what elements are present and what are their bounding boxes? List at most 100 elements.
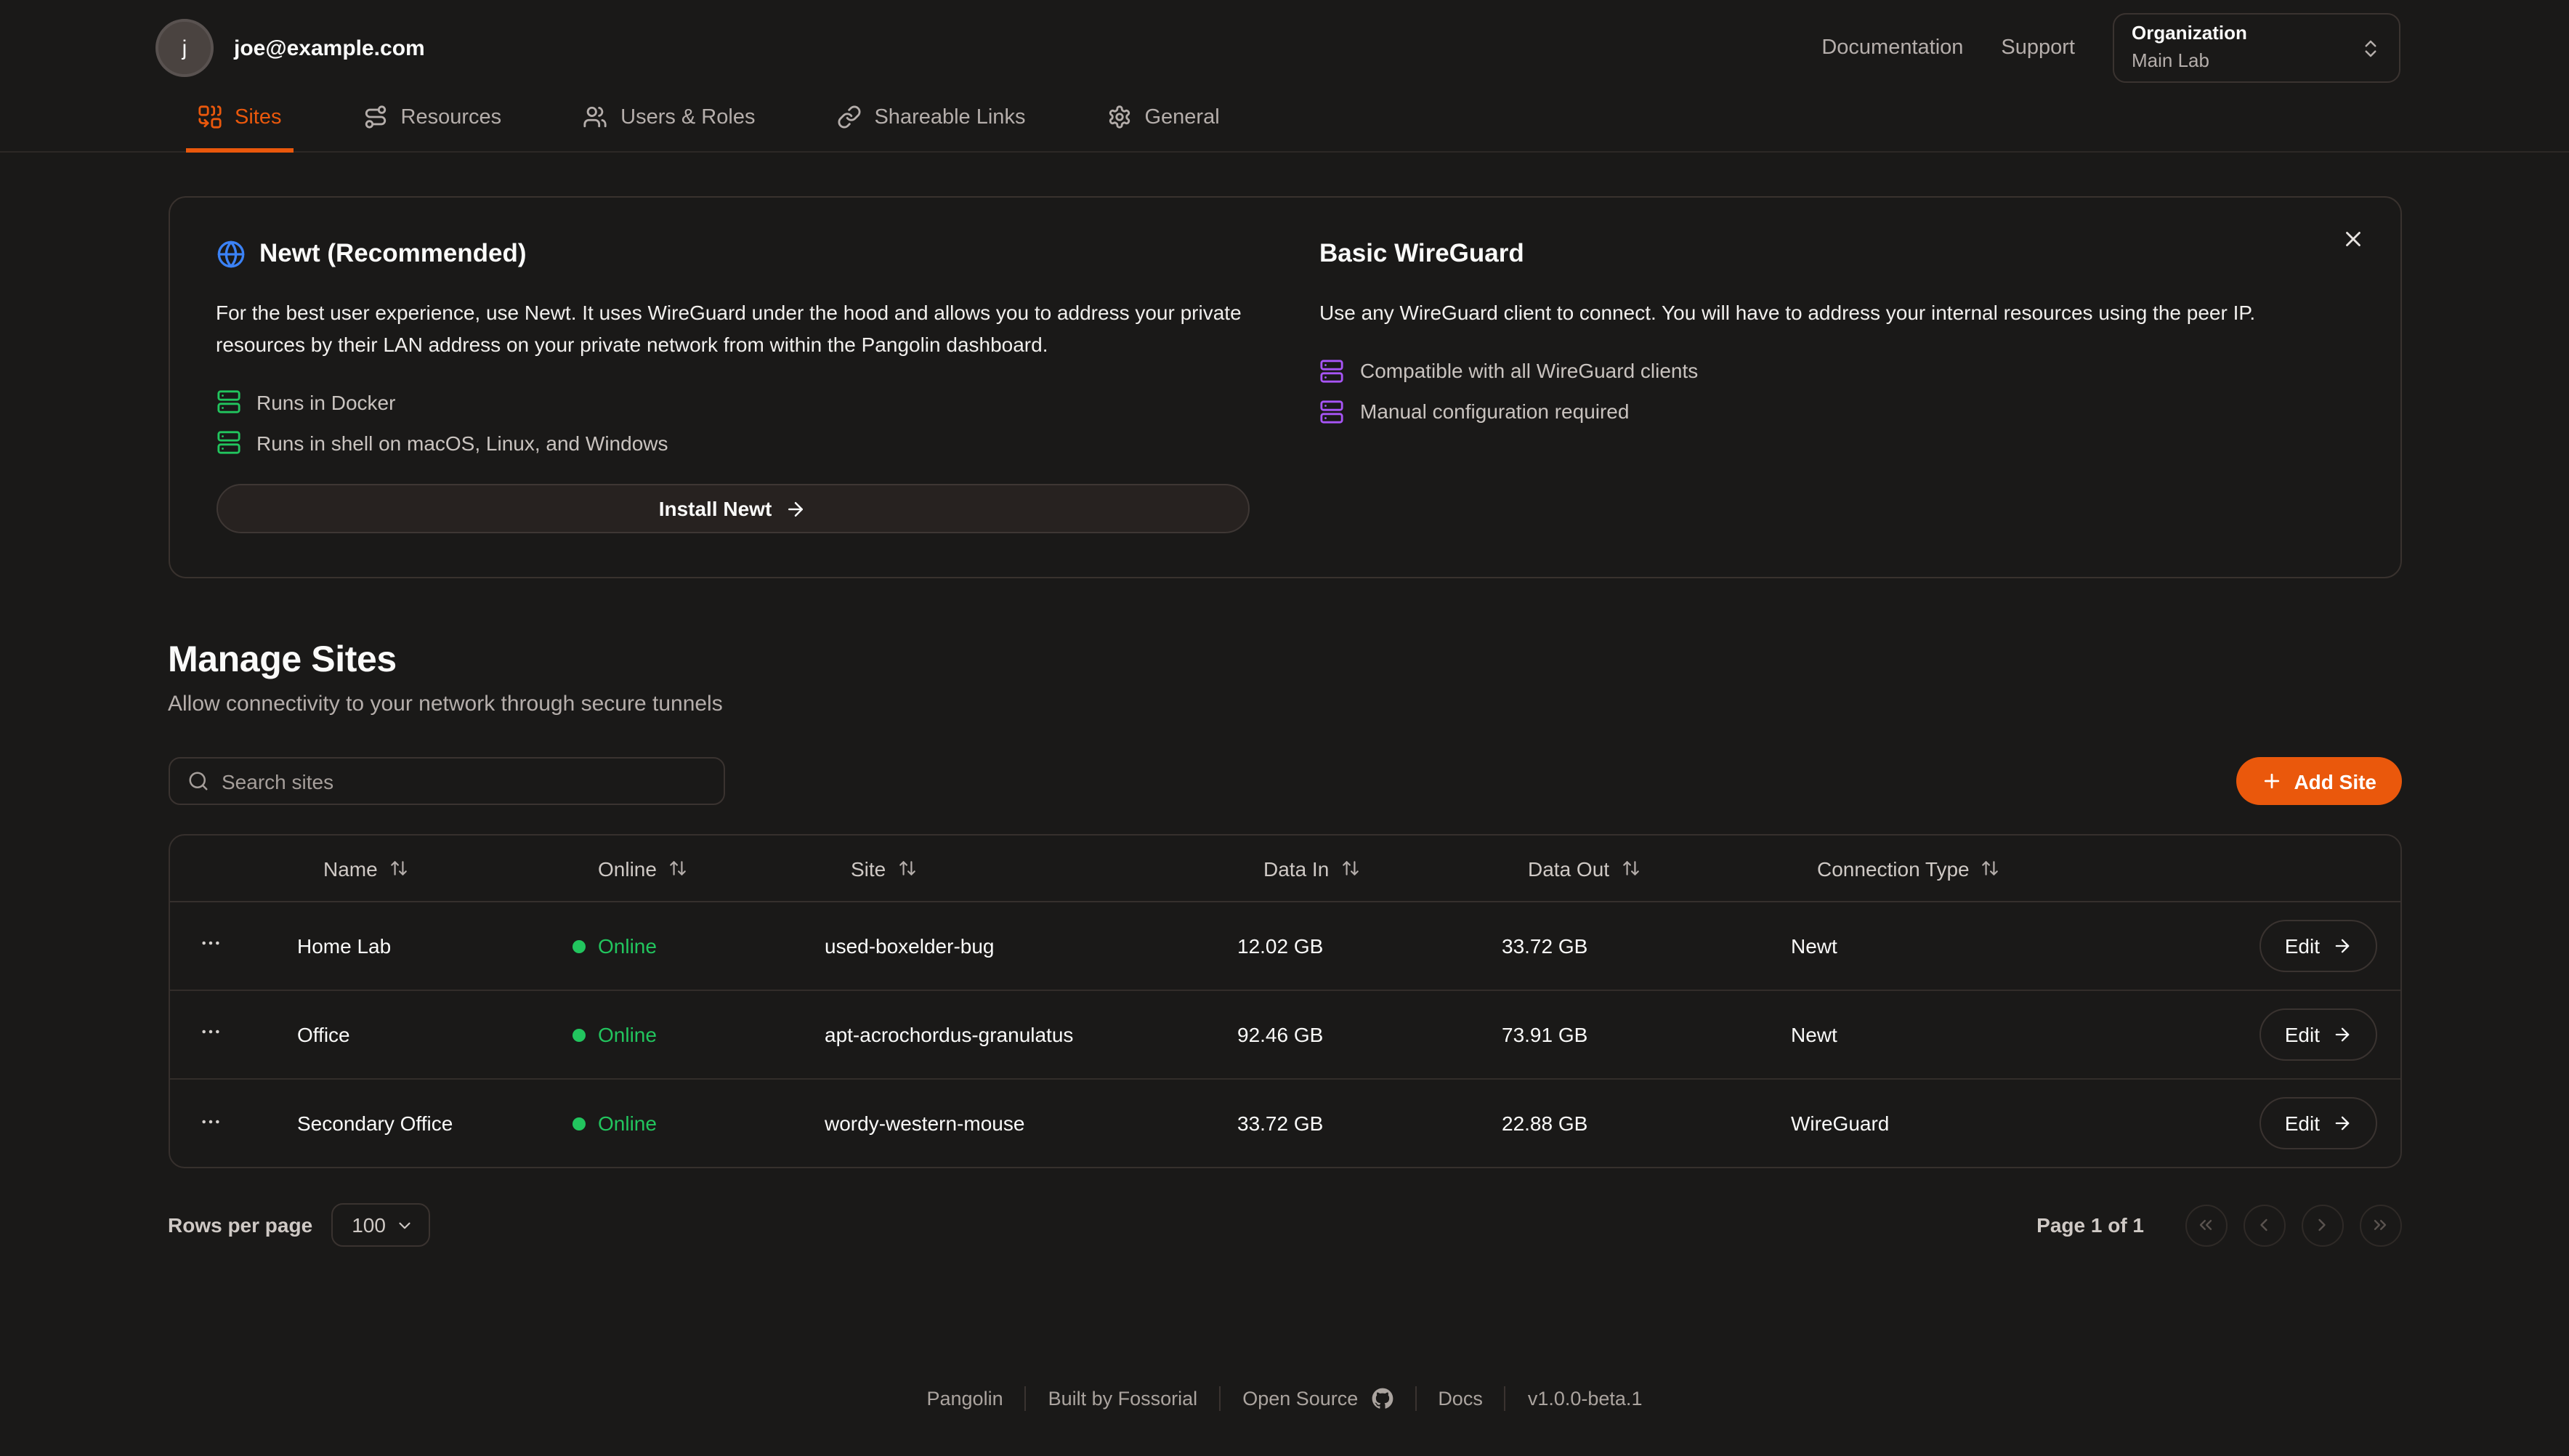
gear-icon (1107, 105, 1131, 129)
wireguard-column: Basic WireGuard Use any WireGuard client… (1319, 238, 2353, 534)
sort-header-data-out[interactable]: Data Out (1502, 857, 1640, 880)
github-icon (1371, 1388, 1393, 1410)
page-footer: Pangolin Built by Fossorial Open Source … (0, 1387, 2569, 1412)
rows-per-page-select[interactable]: 100 (331, 1204, 431, 1247)
next-page-button[interactable] (2301, 1205, 2343, 1247)
chevron-left-icon (2254, 1216, 2274, 1236)
server-icon (1319, 399, 1344, 424)
footer-divider (1415, 1387, 1416, 1412)
footer-docs[interactable]: Docs (1438, 1388, 1483, 1410)
table-row: Secondary Office Online wordy-western-mo… (169, 1079, 2400, 1168)
search-icon (187, 771, 209, 793)
organization-label: Organization (2132, 20, 2247, 48)
arrow-right-icon (2331, 936, 2352, 956)
sort-icon (389, 859, 408, 878)
edit-button[interactable]: Edit (2260, 1008, 2376, 1061)
tab-shareable-links[interactable]: Shareable Links (825, 90, 1037, 153)
cell-site: used-boxelder-bug (825, 902, 1237, 990)
status-badge: Online (572, 934, 657, 958)
sort-icon (1981, 859, 2000, 878)
chevron-down-icon (396, 1216, 415, 1235)
search-input[interactable] (222, 770, 705, 793)
row-menu-button[interactable] (195, 926, 224, 966)
user-menu[interactable]: j joe@example.com (155, 19, 425, 77)
cell-connection-type: WireGuard (1791, 1079, 2125, 1168)
organization-selector[interactable]: Organization Main Lab (2113, 13, 2400, 83)
newt-column: Newt (Recommended) For the best user exp… (216, 238, 1250, 534)
sort-header-connection-type[interactable]: Connection Type (1791, 857, 2000, 880)
route-icon (363, 105, 388, 129)
row-menu-button[interactable] (195, 1015, 224, 1054)
tab-general[interactable]: General (1095, 90, 1231, 153)
install-newt-button[interactable]: Install Newt (216, 485, 1250, 534)
arrow-right-icon (785, 498, 806, 520)
tab-users-roles[interactable]: Users & Roles (571, 90, 766, 153)
combine-icon (197, 105, 222, 129)
sort-icon (1621, 859, 1640, 878)
status-badge: Online (572, 1112, 657, 1136)
footer-brand: Pangolin (927, 1388, 1003, 1410)
online-dot-icon (572, 1028, 585, 1041)
search-box (168, 758, 724, 806)
cell-site: apt-acrochordus-granulatus (825, 990, 1237, 1079)
table-header-row: Name Online Site Data In Data Out Connec… (169, 836, 2400, 902)
chevrons-right-icon (2370, 1216, 2390, 1236)
row-menu-button[interactable] (195, 1104, 224, 1143)
add-site-button[interactable]: Add Site (2236, 758, 2401, 806)
online-dot-icon (572, 939, 585, 953)
users-icon (583, 105, 607, 129)
last-page-button[interactable] (2359, 1205, 2401, 1247)
cell-name: Office (297, 990, 572, 1079)
edit-button[interactable]: Edit (2260, 1097, 2376, 1149)
cell-connection-type: Newt (1791, 990, 2125, 1079)
feature-label: Runs in shell on macOS, Linux, and Windo… (256, 432, 668, 455)
previous-page-button[interactable] (2243, 1205, 2285, 1247)
sort-header-online[interactable]: Online (572, 857, 687, 880)
nav-support[interactable]: Support (2001, 36, 2075, 60)
avatar[interactable]: j (155, 19, 214, 77)
wireguard-description: Use any WireGuard client to connect. You… (1319, 298, 2353, 329)
newt-description: For the best user experience, use Newt. … (216, 298, 1250, 361)
globe-icon (216, 239, 245, 268)
link-icon (836, 105, 861, 129)
server-icon (216, 431, 240, 456)
feature-label: Compatible with all WireGuard clients (1360, 359, 1698, 382)
arrow-right-icon (2331, 1113, 2352, 1133)
page-subtitle: Allow connectivity to your network throu… (168, 692, 2401, 717)
footer-version: v1.0.0-beta.1 (1528, 1388, 1643, 1410)
tab-sites[interactable]: Sites (185, 90, 294, 153)
wireguard-feature: Compatible with all WireGuard clients (1319, 358, 2353, 383)
footer-divider (1025, 1387, 1027, 1412)
table-row: Home Lab Online used-boxelder-bug 12.02 … (169, 902, 2400, 990)
footer-built-by[interactable]: Built by Fossorial (1048, 1388, 1198, 1410)
cell-data-out: 22.88 GB (1502, 1079, 1791, 1168)
cell-name: Home Lab (297, 902, 572, 990)
organization-value: Main Lab (2132, 48, 2247, 76)
sort-header-data-in[interactable]: Data In (1237, 857, 1359, 880)
wireguard-title: Basic WireGuard (1319, 238, 1524, 269)
sort-icon (1340, 859, 1359, 878)
first-page-button[interactable] (2185, 1205, 2227, 1247)
sort-header-name[interactable]: Name (297, 857, 408, 880)
arrow-right-icon (2331, 1024, 2352, 1045)
footer-open-source[interactable]: Open Source (1242, 1388, 1393, 1410)
page-status: Page 1 of 1 (2036, 1214, 2144, 1237)
chevrons-up-down-icon (2360, 37, 2382, 59)
chevrons-left-icon (2196, 1216, 2216, 1236)
newt-title-row: Newt (Recommended) (216, 238, 1250, 269)
page-title: Manage Sites (168, 640, 2401, 682)
newt-title: Newt (Recommended) (259, 238, 527, 269)
sort-header-site[interactable]: Site (825, 857, 916, 880)
sort-icon (897, 859, 916, 878)
plus-icon (2260, 771, 2282, 793)
footer-divider (1505, 1387, 1506, 1412)
online-dot-icon (572, 1117, 585, 1131)
nav-documentation[interactable]: Documentation (1821, 36, 1963, 60)
tab-resources[interactable]: Resources (352, 90, 514, 153)
cell-data-in: 33.72 GB (1237, 1079, 1502, 1168)
avatar-initial: j (182, 36, 187, 60)
dismiss-onboarding-button[interactable] (2334, 221, 2371, 262)
cell-data-out: 73.91 GB (1502, 990, 1791, 1079)
edit-button[interactable]: Edit (2260, 920, 2376, 972)
cell-connection-type: Newt (1791, 902, 2125, 990)
